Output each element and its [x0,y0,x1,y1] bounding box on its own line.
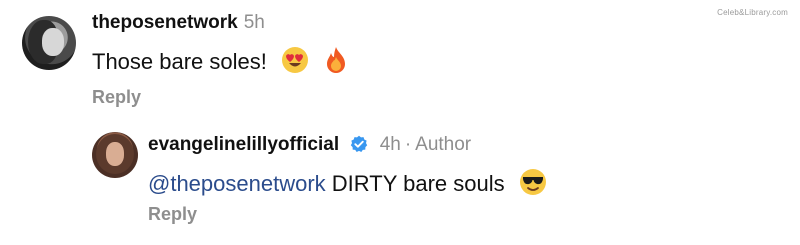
timestamp: 4h [379,134,401,155]
avatar[interactable] [22,16,76,70]
mention-link[interactable]: @theposenetwork [148,171,326,196]
comment-header: theposenetwork 5h [92,12,265,34]
avatar[interactable] [92,132,138,178]
comment-reply-item: evangelinelillyofficial 4h · Author @thepo… [0,120,800,245]
fire-emoji [323,46,349,80]
comment-body: DIRTY bare souls [331,171,505,196]
heart-eyes-emoji [281,46,309,80]
reply-button[interactable]: Reply [148,204,197,225]
avatar-face [42,28,64,56]
comment-item: theposenetwork 5h Those bare soles! Reply [0,0,800,120]
reply-button[interactable]: Reply [92,87,141,108]
comment-header: evangelinelillyofficial 4h · Author [148,134,471,156]
username-link[interactable]: evangelinelillyofficial [148,134,339,155]
comment-text: @theposenetwork DIRTY bare souls [148,168,547,202]
username-link[interactable]: theposenetwork [92,12,238,33]
verified-badge-icon [350,135,368,153]
separator-dot: · [404,134,412,155]
comment-text: Those bare soles! [92,46,349,80]
avatar-face [106,142,124,166]
author-label: Author [415,134,472,155]
timestamp: 5h [243,12,265,33]
sunglasses-emoji [519,168,547,202]
comment-body: Those bare soles! [92,49,267,74]
